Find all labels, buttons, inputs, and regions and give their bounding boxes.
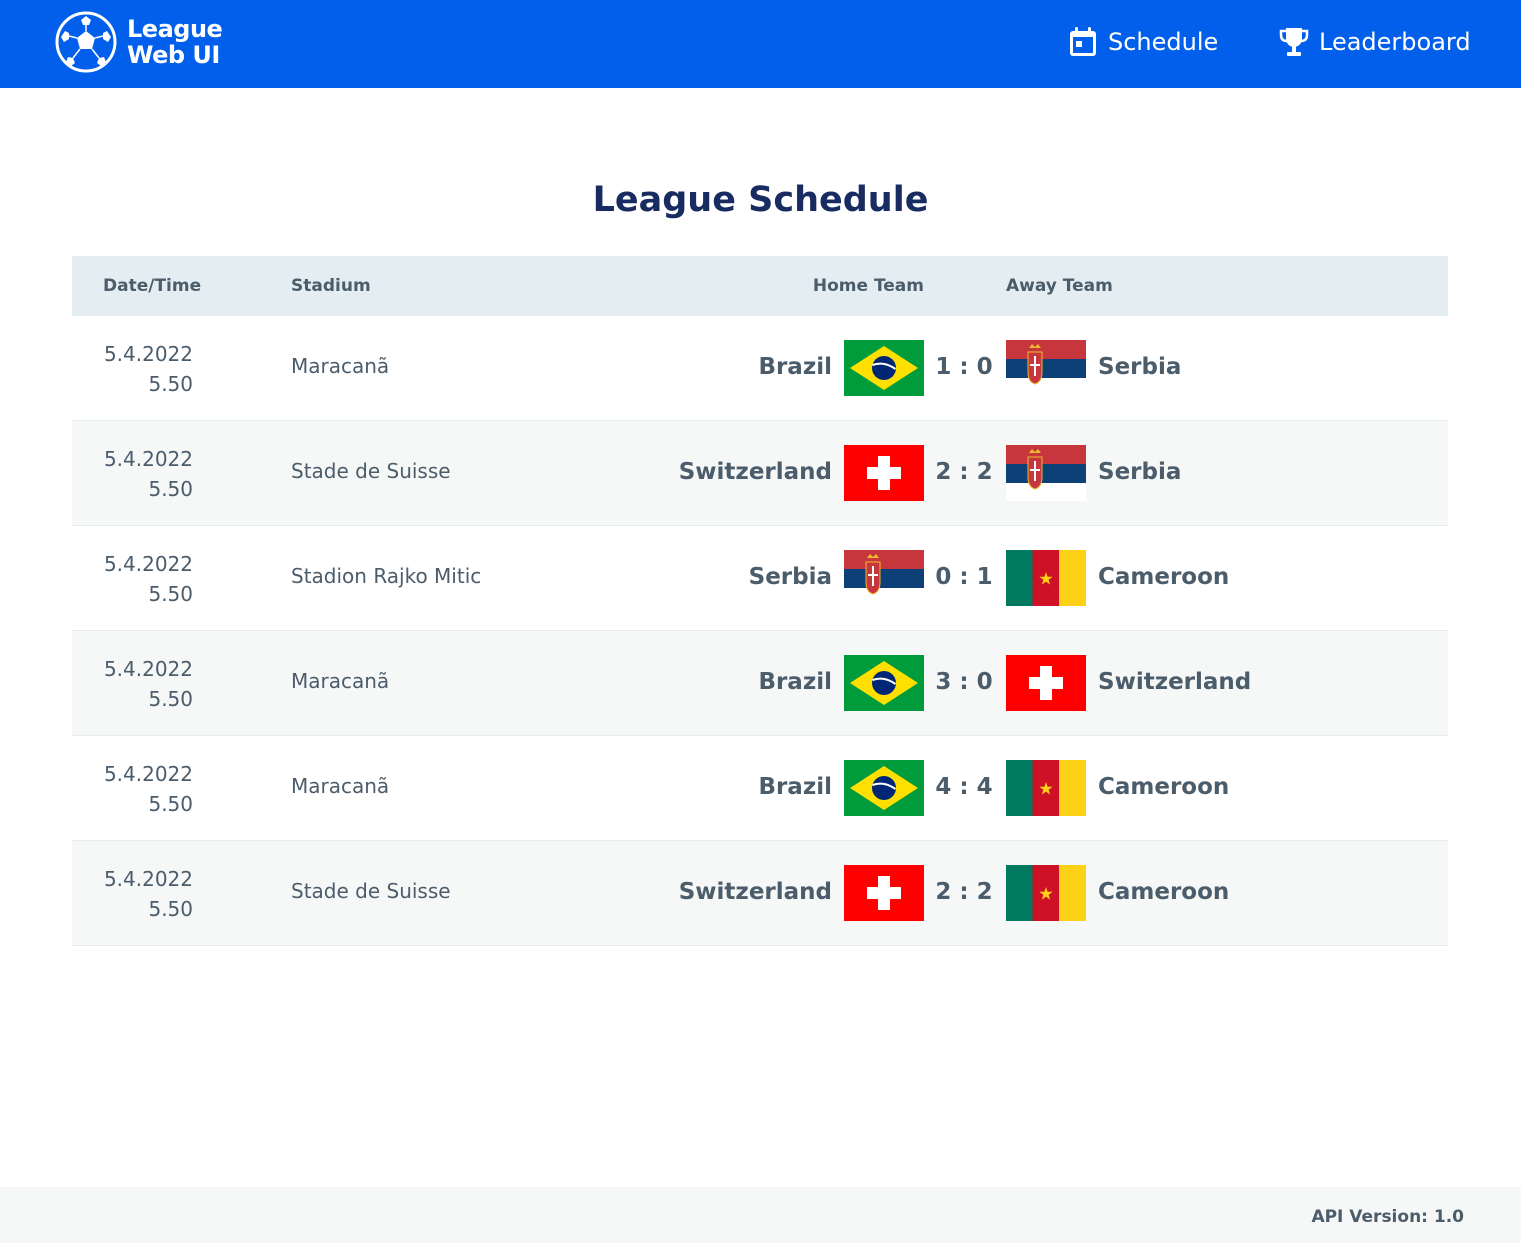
football-icon	[55, 11, 117, 73]
nav-schedule-label: Schedule	[1108, 28, 1219, 56]
serbia-flag-icon	[1006, 445, 1086, 501]
match-date: 5.4.2022	[103, 762, 193, 786]
match-time: 5.50	[148, 687, 193, 711]
match-datetime: 5.4.2022 5.50	[72, 654, 193, 714]
away-team-name: Cameroon	[1098, 879, 1230, 905]
switzerland-flag-icon	[844, 865, 924, 921]
home-team-name: Switzerland	[678, 879, 832, 905]
header-stadium: Stadium	[291, 276, 371, 296]
nav-schedule-link[interactable]: Schedule	[1068, 22, 1218, 62]
match-score: 2 : 2	[935, 879, 993, 905]
match-datetime: 5.4.2022 5.50	[72, 864, 193, 924]
away-team-name: Cameroon	[1098, 774, 1230, 800]
table-body: 5.4.2022 5.50 Maracanã Brazil 1 : 0 Serb…	[72, 316, 1448, 946]
table-row[interactable]: 5.4.2022 5.50 Maracanã Brazil 4 : 4 Came…	[72, 736, 1448, 841]
match-time: 5.50	[148, 582, 193, 606]
match-datetime: 5.4.2022 5.50	[72, 444, 193, 504]
away-team-name: Cameroon	[1098, 564, 1230, 590]
brazil-flag-icon	[844, 760, 924, 816]
footer: API Version: 1.0	[0, 1187, 1521, 1243]
home-team-name: Serbia	[748, 564, 832, 590]
cameroon-flag-icon	[1006, 760, 1086, 816]
stadium-name: Stade de Suisse	[291, 459, 451, 483]
stadium-name: Stadion Rajko Mitic	[291, 564, 482, 588]
match-datetime: 5.4.2022 5.50	[72, 339, 193, 399]
table-row[interactable]: 5.4.2022 5.50 Maracanã Brazil 3 : 0 Swit…	[72, 631, 1448, 736]
brand-name-line2: Web UI	[127, 41, 220, 69]
top-navigation-bar: League Web UI Schedule Leaderboard	[0, 0, 1521, 88]
cameroon-flag-icon	[1006, 550, 1086, 606]
switzerland-flag-icon	[1006, 655, 1086, 711]
match-score: 3 : 0	[935, 669, 993, 695]
header-away-team: Away Team	[1006, 276, 1113, 296]
stadium-name: Maracanã	[291, 354, 390, 378]
away-team-name: Serbia	[1098, 459, 1182, 485]
match-datetime: 5.4.2022 5.50	[72, 549, 193, 609]
stadium-name: Maracanã	[291, 669, 390, 693]
brazil-flag-icon	[844, 655, 924, 711]
home-team-name: Brazil	[758, 354, 832, 380]
match-date: 5.4.2022	[103, 657, 193, 681]
match-score: 1 : 0	[935, 354, 993, 380]
table-row[interactable]: 5.4.2022 5.50 Stadion Rajko Mitic Serbia…	[72, 526, 1448, 631]
home-team-name: Brazil	[758, 669, 832, 695]
schedule-table: Date/Time Stadium Home Team Away Team 5.…	[72, 256, 1448, 946]
match-score: 4 : 4	[935, 774, 993, 800]
away-team-name: Serbia	[1098, 354, 1182, 380]
header-date: Date/Time	[103, 276, 202, 296]
page-title: League Schedule	[592, 180, 929, 220]
match-time: 5.50	[148, 897, 193, 921]
match-date: 5.4.2022	[103, 447, 193, 471]
away-team-name: Switzerland	[1098, 669, 1252, 695]
serbia-flag-icon	[1006, 340, 1086, 396]
brazil-flag-icon	[844, 340, 924, 396]
trophy-icon	[1279, 28, 1309, 56]
calendar-icon	[1070, 27, 1096, 56]
brand-name-line1: League	[127, 15, 223, 43]
nav-leaderboard-label: Leaderboard	[1319, 28, 1471, 56]
cameroon-flag-icon	[1006, 865, 1086, 921]
serbia-flag-icon	[844, 550, 924, 606]
table-row[interactable]: 5.4.2022 5.50 Stade de Suisse Switzerlan…	[72, 421, 1448, 526]
stadium-name: Maracanã	[291, 774, 390, 798]
match-date: 5.4.2022	[103, 342, 193, 366]
match-time: 5.50	[148, 372, 193, 396]
stadium-name: Stade de Suisse	[291, 879, 451, 903]
nav-leaderboard-link[interactable]: Leaderboard	[1279, 22, 1471, 62]
brand-name: League Web UI	[127, 15, 223, 69]
match-date: 5.4.2022	[103, 552, 193, 576]
api-version: API Version: 1.0	[1311, 1207, 1464, 1227]
match-date: 5.4.2022	[103, 867, 193, 891]
table-row[interactable]: 5.4.2022 5.50 Stade de Suisse Switzerlan…	[72, 841, 1448, 946]
brand-logo[interactable]: League Web UI	[55, 11, 223, 73]
match-time: 5.50	[148, 477, 193, 501]
match-datetime: 5.4.2022 5.50	[72, 759, 193, 819]
match-score: 0 : 1	[935, 564, 993, 590]
table-row[interactable]: 5.4.2022 5.50 Maracanã Brazil 1 : 0 Serb…	[72, 316, 1448, 421]
match-score: 2 : 2	[935, 459, 993, 485]
switzerland-flag-icon	[844, 445, 924, 501]
match-time: 5.50	[148, 792, 193, 816]
table-header: Date/Time Stadium Home Team Away Team	[72, 256, 1448, 316]
home-team-name: Switzerland	[678, 459, 832, 485]
header-home-team: Home Team	[812, 276, 924, 296]
home-team-name: Brazil	[758, 774, 832, 800]
